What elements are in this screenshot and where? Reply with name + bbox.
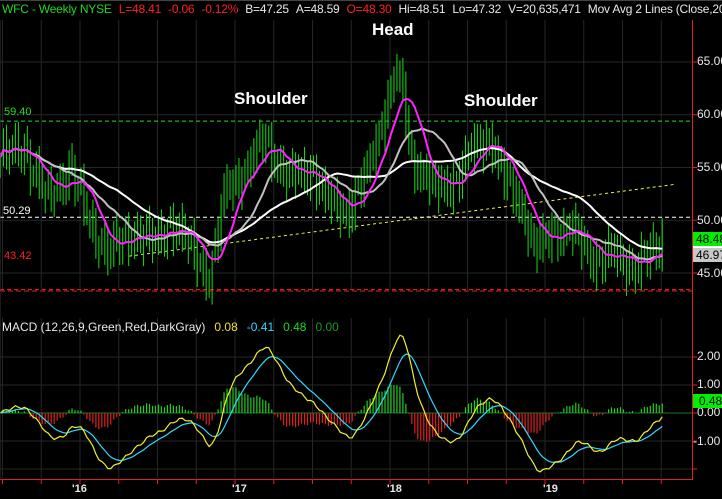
x-axis-label: '19 [543,483,558,495]
macd-header: MACD (12,26,9,Green,Red,DarkGray) 0.08 -0.… [2,320,348,334]
macd-signal-line [0,353,663,463]
annotation-left-shoulder: Shoulder [234,89,308,108]
price-axis-label: 45.00 [697,266,722,280]
macd-axis-label: -1.00 [693,434,721,448]
annotation-head: Head [372,20,414,39]
level-label-resistance: 59.40 [4,106,32,118]
level-label-support: 43.42 [4,250,32,262]
level-label-mid: 50.29 [3,205,31,217]
price-axis-label: 60.00 [697,107,722,121]
macd-axis-label: 2.00 [697,349,721,363]
hist-value: 0.48 [283,320,307,334]
annotation-right-shoulder: Shoulder [464,91,538,110]
price-chart[interactable] [0,0,722,499]
macd-title: MACD (12,26,9,Green,Red,DarkGray) [2,320,206,334]
signal-value: -0.41 [246,320,275,334]
last-price-tag: 48.48 [693,232,722,246]
x-axis-label: '16 [72,483,87,495]
price-axis-label: 65.00 [697,54,722,68]
zero-value: 0.00 [315,320,339,334]
macd-axis-label: 1.00 [697,377,721,391]
price-axis-label: 50.00 [697,213,722,227]
macd-value: 0.08 [214,320,238,334]
macd-line [0,334,663,473]
x-axis-label: '17 [232,483,247,495]
price-axis-label: 55.00 [697,160,722,174]
macd-tag: 0.48 [693,394,722,408]
x-axis-label: '18 [387,483,402,495]
ma-price-tag: 46.97 [693,248,722,262]
